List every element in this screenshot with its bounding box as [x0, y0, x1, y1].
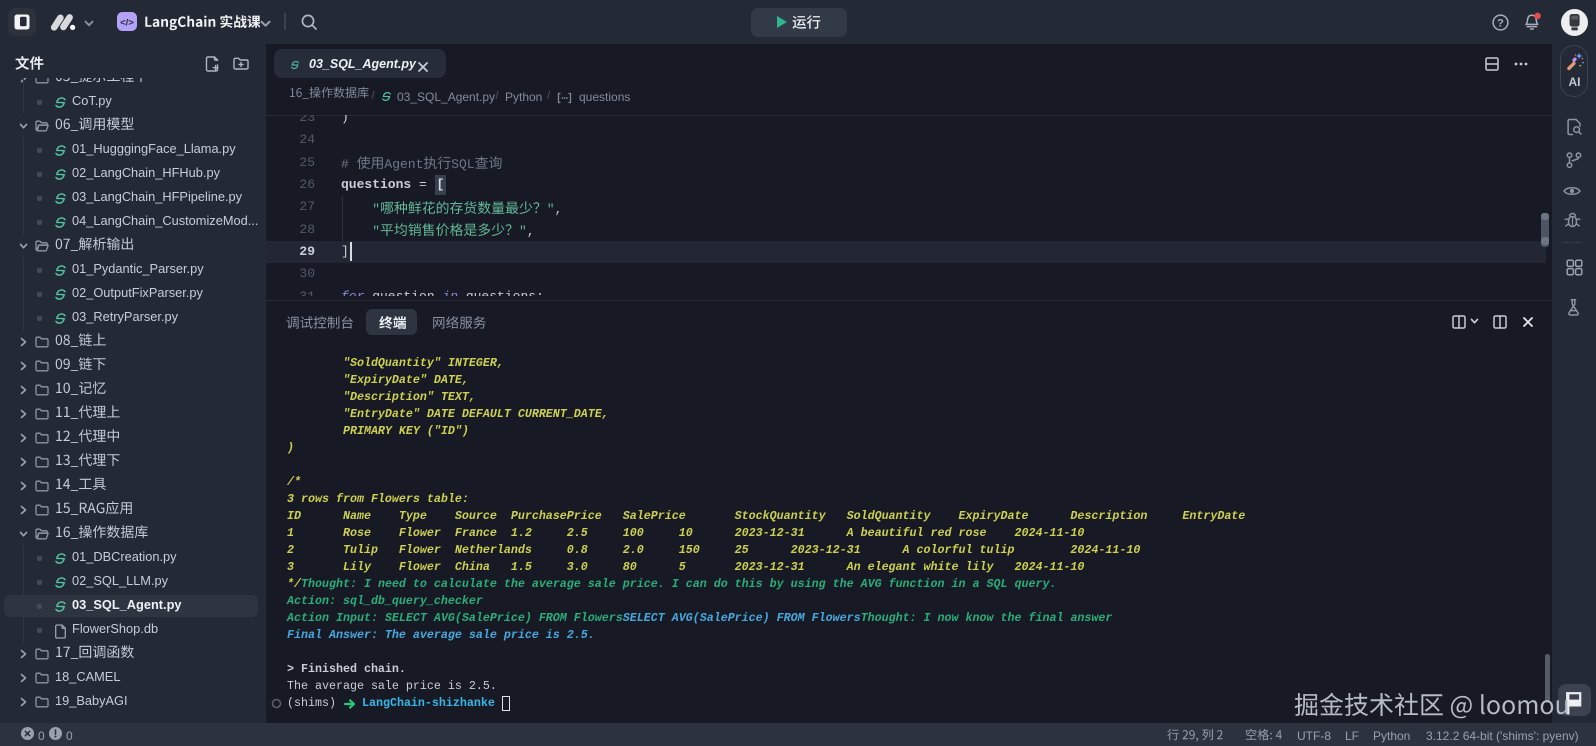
svg-text:?: ? — [1497, 17, 1504, 29]
svg-text:</>: </> — [120, 18, 134, 29]
